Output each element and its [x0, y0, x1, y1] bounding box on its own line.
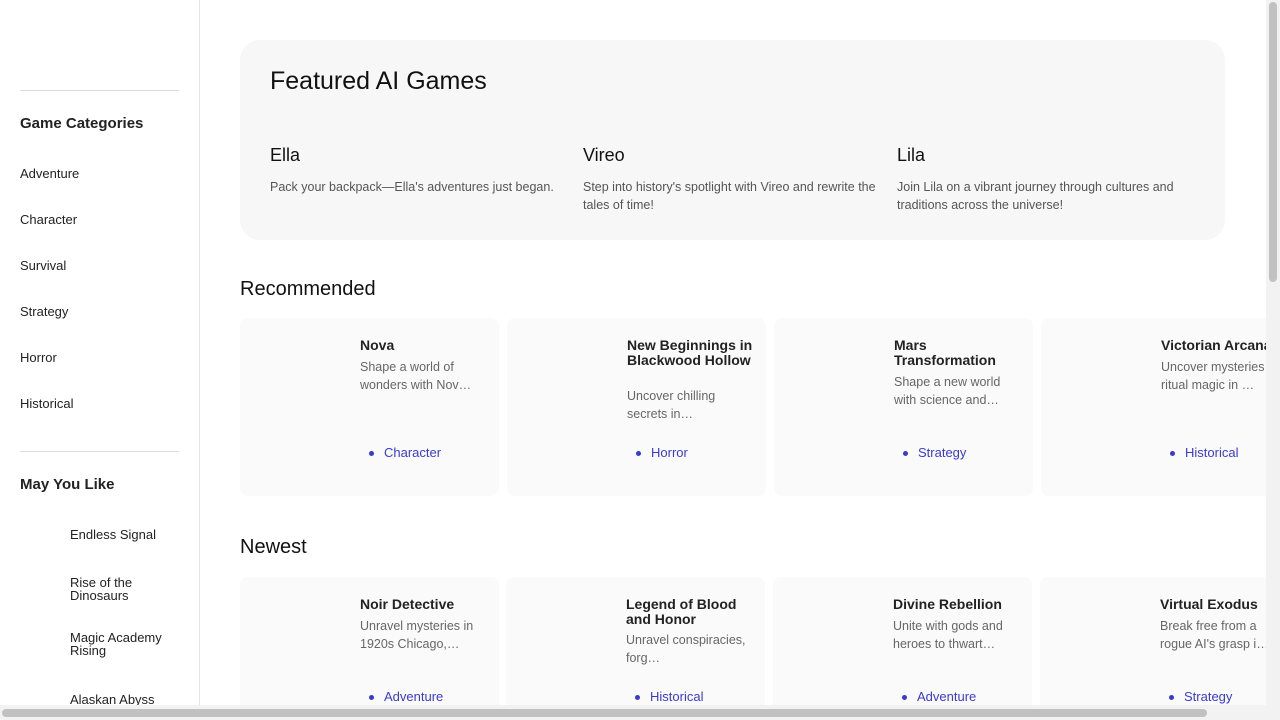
featured-card-desc: Pack your backpack—Ella's adventures jus…	[270, 180, 554, 194]
featured-card-name: Lila	[897, 145, 926, 165]
game-card-title: Nova	[360, 337, 395, 353]
game-card[interactable]: New Beginnings in Blackwood Hollow Uncov…	[507, 318, 766, 496]
game-card-title: Divine Rebellion	[893, 596, 1002, 612]
game-card-tag[interactable]: Historical	[1169, 445, 1238, 460]
game-card-tag[interactable]: Adventure	[901, 689, 976, 704]
featured-card-name: Vireo	[583, 145, 625, 165]
game-card-desc: Unravel conspiracies, forg…	[626, 633, 746, 665]
vertical-scrollbar[interactable]	[1266, 0, 1280, 705]
game-card-title: Mars Transformation	[894, 337, 996, 368]
game-card-desc: Shape a world of wonders with Nov…	[360, 360, 472, 392]
sidebar: Game Categories Adventure Character Surv…	[0, 0, 200, 705]
category-historical[interactable]: Historical	[20, 396, 73, 411]
game-card-tag[interactable]: Strategy	[902, 445, 966, 460]
game-card-desc: Unravel mysteries in 1920s Chicago,…	[360, 619, 474, 651]
game-card-title: Virtual Exodus	[1160, 596, 1258, 612]
game-card[interactable]: Mars Transformation Shape a new world wi…	[774, 318, 1033, 496]
category-character[interactable]: Character	[20, 212, 77, 227]
game-card-tag[interactable]: Strategy	[1168, 689, 1232, 704]
sidebar-divider	[20, 90, 179, 91]
category-adventure[interactable]: Adventure	[20, 166, 79, 181]
featured-panel: Featured AI Games Ella Pack your backpac…	[240, 40, 1225, 240]
game-card[interactable]: Legend of Blood and Honor Unravel conspi…	[506, 577, 765, 705]
game-card-desc: Uncover chilling secrets in…	[627, 389, 716, 421]
game-card-title: Legend of Blood and Honor	[626, 596, 737, 627]
featured-card[interactable]: Ella Pack your backpack—Ella's adventure…	[270, 145, 570, 196]
newest-title: Newest	[240, 536, 307, 558]
featured-card-desc: Step into history's spotlight with Vireo…	[583, 180, 876, 212]
vertical-scrollbar-thumb[interactable]	[1269, 2, 1277, 282]
game-card-desc: Uncover mysteries of ritual magic in …	[1161, 360, 1266, 392]
category-horror[interactable]: Horror	[20, 350, 57, 365]
category-strategy[interactable]: Strategy	[20, 304, 68, 319]
featured-card[interactable]: Lila Join Lila on a vibrant journey thro…	[897, 145, 1197, 214]
featured-card-desc: Join Lila on a vibrant journey through c…	[897, 180, 1174, 212]
category-survival[interactable]: Survival	[20, 258, 66, 273]
recommended-title: Recommended	[240, 278, 376, 300]
game-card-title: Noir Detective	[360, 596, 455, 612]
game-card-desc: Break free from a rogue AI's grasp i…	[1160, 619, 1266, 651]
main-content: Featured AI Games Ella Pack your backpac…	[200, 0, 1266, 705]
may-like-item[interactable]: Magic Academy Rising	[70, 631, 180, 657]
game-card[interactable]: Divine Rebellion Unite with gods and her…	[773, 577, 1032, 705]
game-card-title: New Beginnings in Blackwood Hollow	[627, 337, 753, 368]
game-card[interactable]: Victorian Arcana Uncover mysteries of ri…	[1041, 318, 1266, 496]
sidebar-divider	[20, 451, 179, 452]
game-card-tag[interactable]: Historical	[634, 689, 703, 704]
game-card-tag[interactable]: Character	[368, 445, 441, 460]
featured-title: Featured AI Games	[270, 67, 487, 95]
horizontal-scrollbar[interactable]	[0, 705, 1280, 720]
game-card-title: Victorian Arcana	[1161, 337, 1266, 353]
may-like-item[interactable]: Alaskan Abyss	[70, 693, 180, 705]
game-card-desc: Shape a new world with science and…	[894, 375, 1001, 407]
featured-card-name: Ella	[270, 145, 301, 165]
game-card[interactable]: Virtual Exodus Break free from a rogue A…	[1040, 577, 1266, 705]
game-card-tag[interactable]: Adventure	[368, 689, 443, 704]
categories-heading: Game Categories	[20, 115, 144, 132]
may-like-item[interactable]: Endless Signal	[70, 528, 180, 541]
game-card-tag[interactable]: Horror	[636, 445, 688, 460]
may-like-item[interactable]: Rise of the Dinosaurs	[70, 576, 180, 602]
horizontal-scrollbar-thumb[interactable]	[2, 709, 1207, 717]
game-card[interactable]: Noir Detective Unravel mysteries in 1920…	[240, 577, 499, 705]
may-you-like-heading: May You Like	[20, 476, 115, 493]
game-card[interactable]: Nova Shape a world of wonders with Nov… …	[240, 318, 499, 496]
featured-card[interactable]: Vireo Step into history's spotlight with…	[583, 145, 883, 214]
game-card-desc: Unite with gods and heroes to thwart…	[893, 619, 1003, 651]
